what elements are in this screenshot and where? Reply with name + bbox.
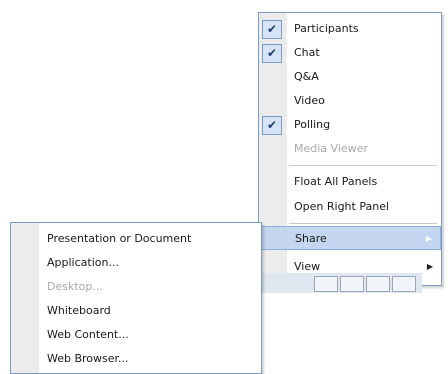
share-item-web-browser[interactable]: Web Browser...	[11, 347, 261, 371]
menu-item-float-all-panels[interactable]: Float All Panels	[259, 170, 441, 194]
menu-item-label: Application...	[47, 256, 119, 269]
share-item-desktop: Desktop...	[11, 275, 261, 299]
menu-item-label: Desktop...	[47, 280, 103, 293]
menu-item-chat[interactable]: ✔ Chat	[259, 41, 441, 65]
checkmark-icon: ✔	[262, 44, 282, 63]
menu-item-label: Web Content...	[47, 328, 129, 341]
menu-item-label: Q&A	[294, 70, 319, 83]
menu-item-label: Open Right Panel	[294, 200, 390, 213]
menu-item-video[interactable]: Video	[259, 89, 441, 113]
toolbar-button[interactable]	[340, 276, 364, 292]
menu-item-polling[interactable]: ✔ Polling	[259, 113, 441, 137]
menu-item-qa[interactable]: Q&A	[259, 65, 441, 89]
share-item-whiteboard[interactable]: Whiteboard	[11, 299, 261, 323]
menu-item-label: Media Viewer	[294, 142, 368, 155]
menu-item-label: Share	[295, 232, 327, 245]
checkmark-icon: ✔	[262, 20, 282, 39]
menu-item-share[interactable]: Share ▶	[259, 226, 441, 250]
menu-separator	[289, 165, 437, 166]
toolbar-button[interactable]	[392, 276, 416, 292]
menu-item-label: Polling	[294, 118, 331, 131]
menu-item-media-viewer: Media Viewer	[259, 137, 441, 161]
menu-item-label: Chat	[294, 46, 320, 59]
menu-item-open-right-panel[interactable]: Open Right Panel	[259, 195, 441, 219]
share-item-web-content[interactable]: Web Content...	[11, 323, 261, 347]
share-submenu: Presentation or Document Application... …	[10, 222, 262, 374]
menu-item-label: Web Browser...	[47, 352, 129, 365]
menu-item-label: Video	[294, 94, 325, 107]
menu-item-label: Participants	[294, 22, 359, 35]
panels-context-menu: ✔ Participants ✔ Chat Q&A Video ✔ Pollin…	[258, 12, 442, 286]
menu-item-label: Presentation or Document	[47, 232, 192, 245]
submenu-arrow-icon: ▶	[426, 262, 433, 271]
menu-item-participants[interactable]: ✔ Participants	[259, 17, 441, 41]
share-item-application[interactable]: Application...	[11, 251, 261, 275]
menu-item-label: Float All Panels	[294, 175, 378, 188]
panel-toolbar	[262, 273, 422, 293]
toolbar-button[interactable]	[366, 276, 390, 292]
submenu-arrow-icon: ▶	[425, 234, 432, 243]
toolbar-button[interactable]	[314, 276, 338, 292]
menu-separator	[289, 223, 437, 224]
menu-item-label: Whiteboard	[47, 304, 111, 317]
checkmark-icon: ✔	[262, 116, 282, 135]
share-item-presentation[interactable]: Presentation or Document	[11, 227, 261, 251]
